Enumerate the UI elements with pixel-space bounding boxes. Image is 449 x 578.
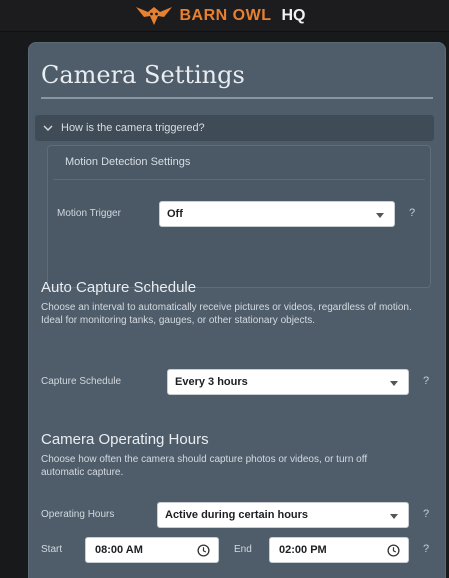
page-title: Camera Settings <box>41 61 245 89</box>
start-time-value: 08:00 AM <box>95 544 143 556</box>
motion-trigger-value: Off <box>167 208 183 220</box>
brand[interactable]: BARN OWL HQ <box>134 3 306 29</box>
motion-trigger-label: Motion Trigger <box>57 208 121 219</box>
motion-detection-heading: Motion Detection Settings <box>65 156 191 168</box>
brand-name: BARN OWL <box>179 6 272 24</box>
caret-down-icon <box>376 213 384 218</box>
auto-capture-description: Choose an interval to automatically rece… <box>41 302 412 326</box>
capture-schedule-value: Every 3 hours <box>175 376 248 388</box>
operating-hours-value: Active during certain hours <box>165 509 309 521</box>
brand-suffix: HQ <box>281 6 306 24</box>
capture-schedule-label: Capture Schedule <box>41 376 122 387</box>
settings-card: Camera Settings How is the camera trigge… <box>28 42 446 578</box>
operating-hours-select[interactable]: Active during certain hours <box>157 502 409 528</box>
motion-divider <box>53 179 425 180</box>
capture-schedule-select[interactable]: Every 3 hours <box>167 369 409 395</box>
operating-hours-title: Camera Operating Hours <box>41 431 209 448</box>
start-time-input[interactable]: 08:00 AM <box>85 537 219 563</box>
time-range-help[interactable]: ? <box>423 543 429 555</box>
motion-trigger-select[interactable]: Off <box>159 201 395 227</box>
end-time-label: End <box>234 544 252 555</box>
caret-down-icon <box>390 514 398 519</box>
operating-hours-help[interactable]: ? <box>423 508 429 520</box>
owl-logo-icon <box>135 6 172 25</box>
operating-hours-label: Operating Hours <box>41 509 115 520</box>
accordion-label: How is the camera triggered? <box>61 122 205 134</box>
end-time-input[interactable]: 02:00 PM <box>269 537 409 563</box>
motion-trigger-help[interactable]: ? <box>409 207 415 219</box>
end-time-value: 02:00 PM <box>279 544 327 556</box>
title-divider <box>41 97 433 99</box>
auto-capture-title: Auto Capture Schedule <box>41 279 197 296</box>
capture-schedule-help[interactable]: ? <box>423 375 429 387</box>
trigger-accordion-header[interactable]: How is the camera triggered? <box>35 115 434 141</box>
operating-hours-description: Choose how often the camera should captu… <box>41 454 368 478</box>
clock-icon[interactable] <box>387 544 400 557</box>
top-bar: BARN OWL HQ <box>0 0 449 32</box>
caret-down-icon <box>390 381 398 386</box>
clock-icon[interactable] <box>197 544 210 557</box>
chevron-down-icon <box>43 125 53 131</box>
start-time-label: Start <box>41 544 63 555</box>
